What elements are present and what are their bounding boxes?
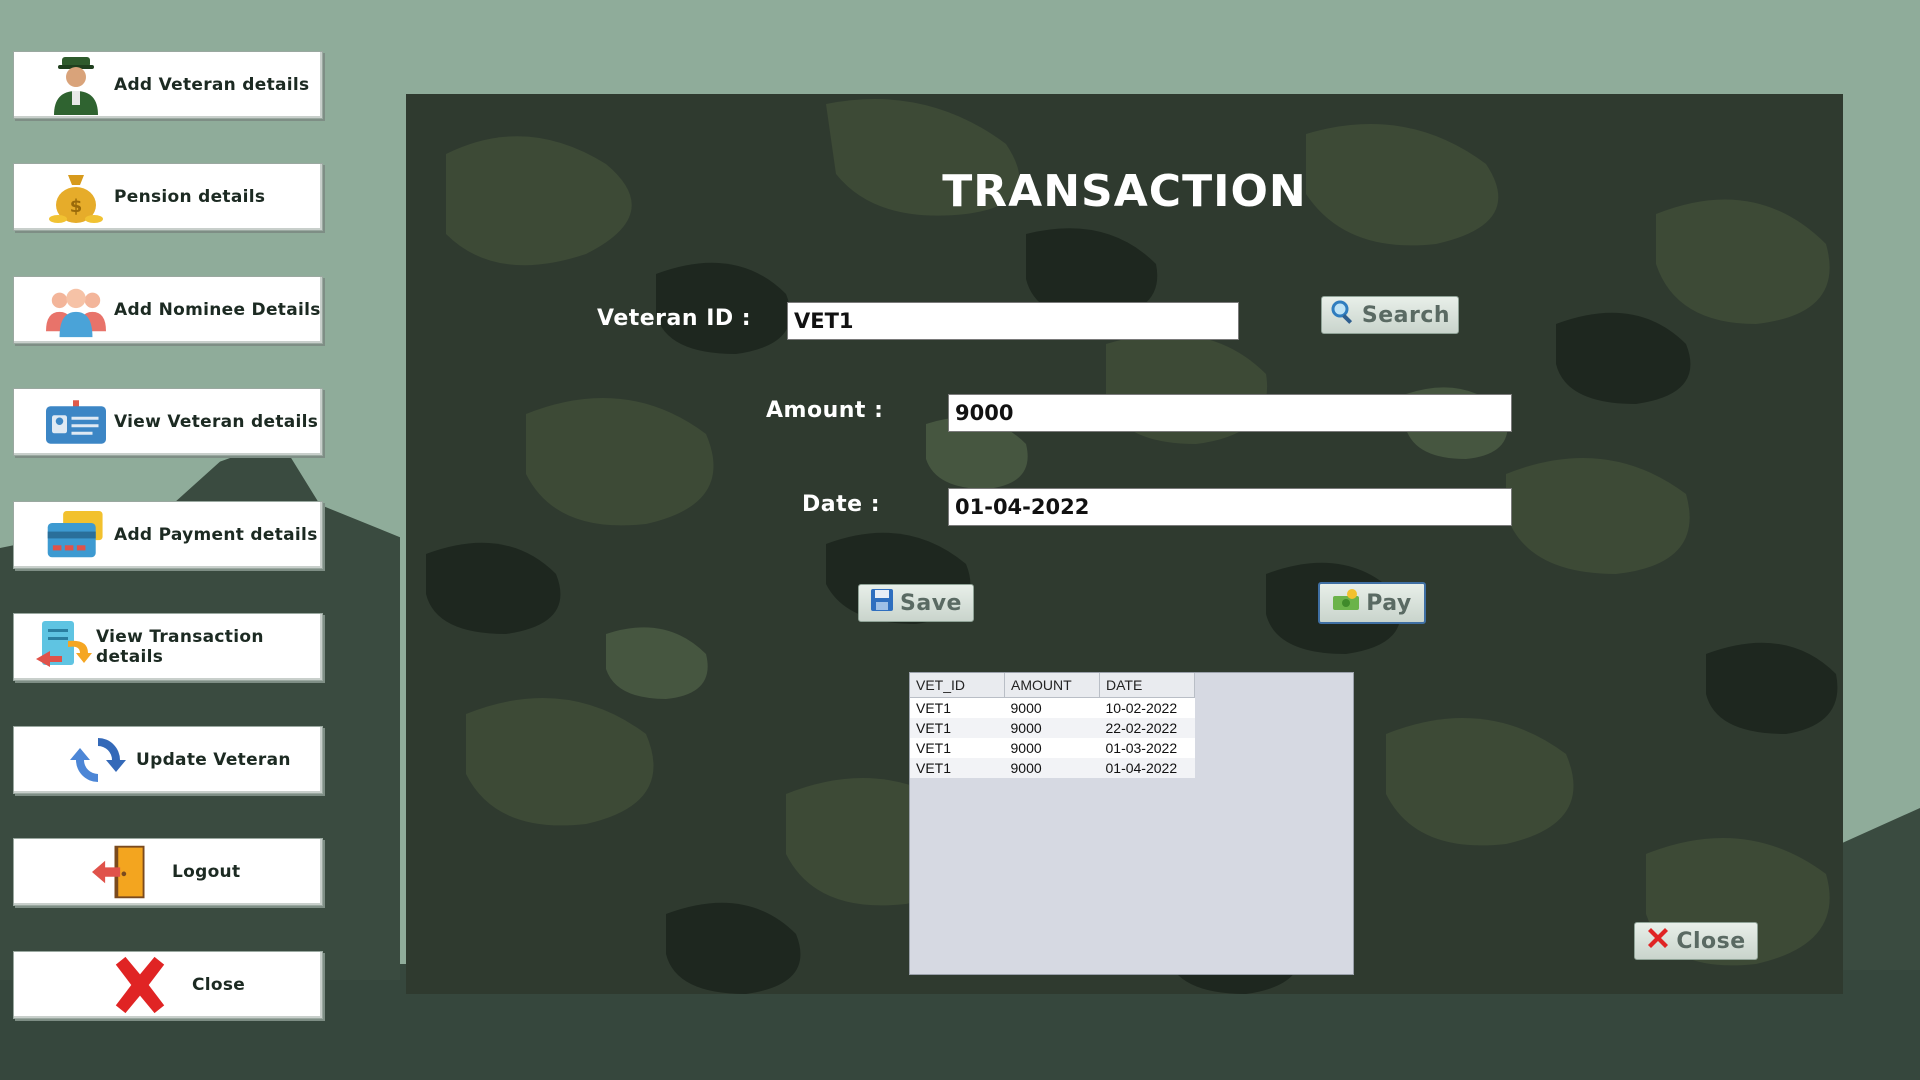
add-veteran-details-button[interactable]: Add Veteran details bbox=[13, 51, 323, 119]
add-payment-details-button[interactable]: Add Payment details bbox=[13, 501, 323, 569]
cash-icon bbox=[1332, 588, 1360, 618]
sidebar-item-label: Add Veteran details bbox=[114, 75, 310, 95]
search-icon bbox=[1330, 299, 1356, 331]
date-label: Date : bbox=[802, 492, 881, 517]
table-cell: VET1 bbox=[910, 718, 1005, 738]
sidebar-item-label: Add Payment details bbox=[114, 525, 318, 545]
table-cell: VET1 bbox=[910, 738, 1005, 758]
view-transaction-details-button[interactable]: View Transaction details bbox=[13, 613, 323, 681]
table-row[interactable]: VET1 9000 10-02-2022 bbox=[910, 697, 1195, 718]
view-veteran-details-button[interactable]: View Veteran details bbox=[13, 388, 323, 456]
search-button[interactable]: Search bbox=[1321, 296, 1459, 334]
table-row[interactable]: VET1 9000 01-03-2022 bbox=[910, 738, 1195, 758]
refresh-icon bbox=[68, 730, 128, 790]
sidebar-close-button[interactable]: Close bbox=[13, 951, 323, 1019]
date-input[interactable] bbox=[948, 488, 1512, 526]
id-card-icon bbox=[46, 392, 106, 452]
close-icon bbox=[1646, 926, 1670, 956]
pension-details-button[interactable]: $ Pension details bbox=[13, 163, 323, 231]
transaction-panel: TRANSACTION Veteran ID : Search Amount :… bbox=[406, 94, 1843, 994]
sidebar-item-label: View Transaction details bbox=[96, 627, 264, 667]
amount-input[interactable] bbox=[948, 394, 1512, 432]
panel-close-button[interactable]: Close bbox=[1634, 922, 1758, 960]
money-bag-icon: $ bbox=[46, 167, 106, 227]
close-button-label: Close bbox=[1676, 928, 1746, 954]
transaction-table-grid: VET_ID AMOUNT DATE VET1 9000 10-02-2022 … bbox=[910, 673, 1195, 778]
sidebar-item-label: Close bbox=[192, 975, 246, 995]
floppy-disk-icon bbox=[870, 588, 894, 618]
table-cell: 01-04-2022 bbox=[1099, 758, 1195, 778]
veteran-id-label: Veteran ID : bbox=[597, 306, 752, 331]
table-cell: 9000 bbox=[1004, 697, 1100, 718]
sidebar-item-label: Logout bbox=[172, 862, 241, 882]
pay-button-label: Pay bbox=[1366, 590, 1412, 616]
table-cell: 10-02-2022 bbox=[1099, 697, 1195, 718]
save-button-label: Save bbox=[900, 590, 962, 616]
table-cell: 9000 bbox=[1004, 718, 1100, 738]
table-header-date[interactable]: DATE bbox=[1099, 673, 1195, 698]
update-veteran-button[interactable]: Update Veteran bbox=[13, 726, 323, 794]
veteran-id-input[interactable] bbox=[787, 302, 1239, 340]
table-cell: VET1 bbox=[910, 697, 1005, 718]
logout-door-icon bbox=[92, 842, 152, 902]
table-cell: 9000 bbox=[1004, 738, 1100, 758]
table-cell: 22-02-2022 bbox=[1099, 718, 1195, 738]
table-header-amount[interactable]: AMOUNT bbox=[1004, 673, 1100, 698]
logout-button[interactable]: Logout bbox=[13, 838, 323, 906]
search-button-label: Search bbox=[1361, 302, 1451, 328]
pay-button[interactable]: Pay bbox=[1318, 582, 1426, 624]
table-cell: 01-03-2022 bbox=[1099, 738, 1195, 758]
card-wallet-icon bbox=[46, 505, 106, 565]
sidebar-item-label: Add Nominee Details bbox=[114, 300, 321, 320]
close-x-icon bbox=[110, 955, 170, 1015]
soldier-icon bbox=[46, 55, 106, 115]
svg-text:$: $ bbox=[70, 196, 83, 217]
sidebar-item-label: Update Veteran bbox=[136, 750, 291, 770]
sidebar-item-label: View Veteran details bbox=[114, 412, 319, 432]
page-title: TRANSACTION bbox=[942, 166, 1307, 217]
table-cell: VET1 bbox=[910, 758, 1005, 778]
transaction-table[interactable]: VET_ID AMOUNT DATE VET1 9000 10-02-2022 … bbox=[909, 672, 1354, 975]
table-row[interactable]: VET1 9000 01-04-2022 bbox=[910, 758, 1195, 778]
amount-label: Amount : bbox=[766, 398, 884, 423]
save-button[interactable]: Save bbox=[858, 584, 974, 622]
table-header-vet-id[interactable]: VET_ID bbox=[910, 673, 1005, 698]
tank-silhouette bbox=[1840, 808, 1920, 970]
add-nominee-details-button[interactable]: Add Nominee Details bbox=[13, 276, 323, 344]
table-row[interactable]: VET1 9000 22-02-2022 bbox=[910, 718, 1195, 738]
sidebar-item-label: Pension details bbox=[114, 187, 266, 207]
people-icon bbox=[46, 280, 106, 340]
table-cell: 9000 bbox=[1004, 758, 1100, 778]
transfer-icon bbox=[34, 617, 94, 677]
